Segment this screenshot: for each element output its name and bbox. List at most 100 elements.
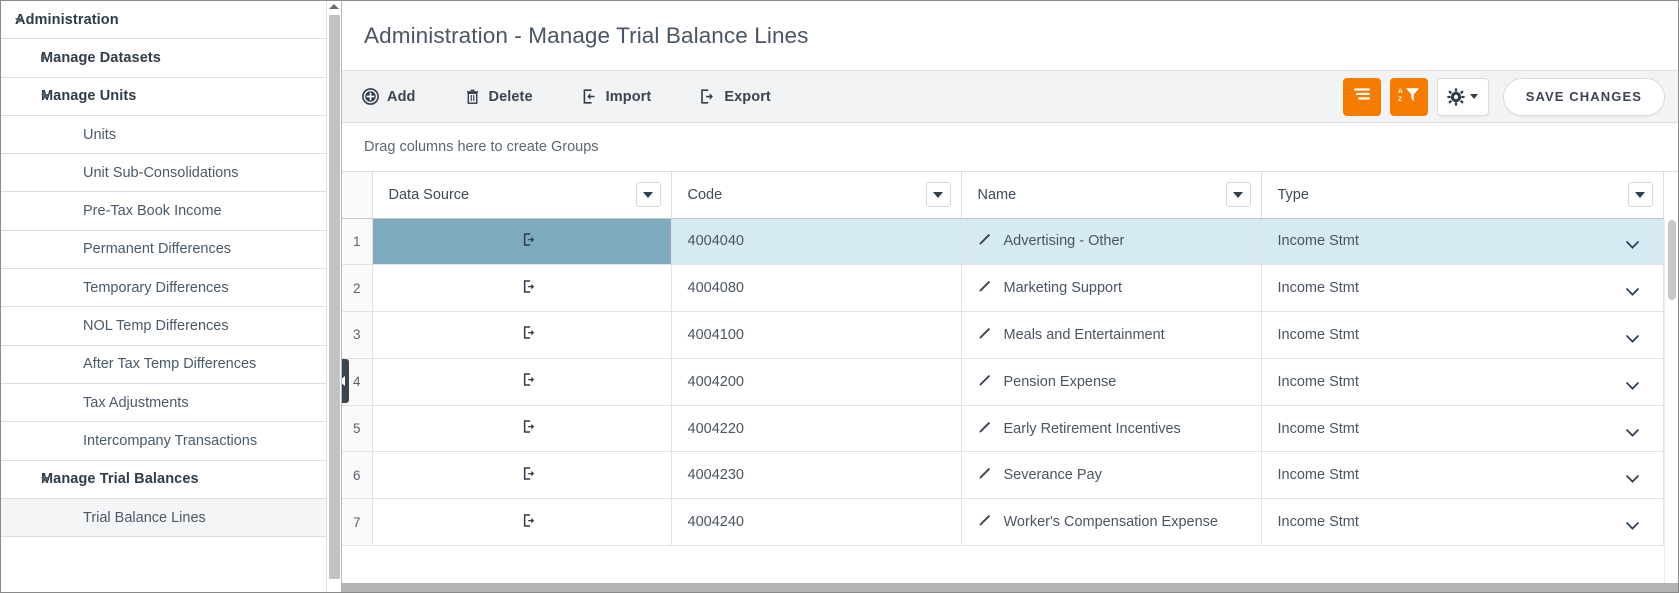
cell-name[interactable]: Worker's Compensation Expense xyxy=(961,498,1262,547)
column-header-code[interactable]: Code xyxy=(671,172,962,219)
table-row[interactable]: 1 4004040 Advertising - Other Income Stmt xyxy=(342,218,1664,266)
cell-data-source[interactable] xyxy=(372,451,672,500)
column-menu-button-type[interactable] xyxy=(1627,182,1653,208)
export-arrow-icon[interactable] xyxy=(522,420,537,438)
import-button[interactable]: Import xyxy=(579,84,662,109)
edit-pencil-icon[interactable] xyxy=(978,466,992,484)
cell-data-source[interactable] xyxy=(372,218,672,266)
edit-pencil-icon[interactable] xyxy=(978,373,992,391)
column-header-type[interactable]: Type xyxy=(1261,172,1664,219)
cell-name[interactable]: Marketing Support xyxy=(961,264,1262,313)
cell-type[interactable]: Income Stmt xyxy=(1261,311,1664,359)
cell-data-source[interactable] xyxy=(372,264,672,313)
cell-name[interactable]: Early Retirement Incentives xyxy=(961,405,1262,453)
table-row[interactable]: 3 4004100 Meals and Entertainment Income St… xyxy=(342,311,1664,359)
sidebar-item-manage-trial-balances[interactable]: Manage Trial Balances xyxy=(1,460,340,499)
sidebar-item-manage-units[interactable]: Manage Units xyxy=(1,77,340,116)
sidebar-item-manage-datasets[interactable]: Manage Datasets xyxy=(1,39,340,78)
export-arrow-icon[interactable] xyxy=(522,373,537,391)
export-arrow-icon[interactable] xyxy=(522,513,537,532)
sidebar-item-pre-tax-book-income[interactable]: Pre-Tax Book Income xyxy=(1,192,340,231)
chevron-down-icon[interactable] xyxy=(1625,378,1639,390)
sidebar-item-units[interactable]: Units xyxy=(1,115,340,155)
cell-code[interactable]: 4004040 xyxy=(671,218,962,266)
edit-pencil-icon[interactable] xyxy=(978,513,992,531)
sidebar-item-permanent-differences[interactable]: Permanent Differences xyxy=(1,230,340,270)
cell-code[interactable]: 4004230 xyxy=(671,451,962,500)
group-drop-zone[interactable]: Drag columns here to create Groups xyxy=(342,123,1678,172)
table-row[interactable]: 4 4004200 Pension Expense Income Stmt xyxy=(342,358,1664,406)
caret-right-icon[interactable] xyxy=(41,53,46,62)
delete-button[interactable]: Delete xyxy=(462,84,543,109)
cell-type[interactable]: Income Stmt xyxy=(1261,405,1664,453)
add-button[interactable]: Add xyxy=(360,84,426,109)
cell-code[interactable]: 4004220 xyxy=(671,405,962,453)
chevron-down-icon[interactable] xyxy=(1625,331,1639,343)
sidebar-item-temporary-differences[interactable]: Temporary Differences xyxy=(1,269,340,308)
cell-name[interactable]: Meals and Entertainment xyxy=(961,311,1262,359)
sidebar-item-trial-balance-lines[interactable]: Trial Balance Lines xyxy=(1,498,340,538)
cell-data-source[interactable] xyxy=(372,405,672,453)
edit-pencil-icon[interactable] xyxy=(978,279,992,297)
export-arrow-icon[interactable] xyxy=(522,279,537,298)
table-row[interactable]: 6 4004230 Severance Pay Income Stmt xyxy=(342,451,1664,500)
cell-name[interactable]: Severance Pay xyxy=(961,451,1262,500)
caret-down-icon[interactable] xyxy=(41,477,49,483)
sidebar-item-label: Permanent Differences xyxy=(83,241,232,258)
column-menu-button-name[interactable] xyxy=(1225,182,1251,208)
caret-down-icon[interactable] xyxy=(41,94,49,100)
cell-type[interactable]: Income Stmt xyxy=(1261,218,1664,266)
chevron-down-icon[interactable] xyxy=(1625,425,1639,437)
grid-vertical-scrollbar[interactable] xyxy=(1664,218,1678,584)
column-menu-button-code[interactable] xyxy=(925,182,951,208)
chevron-down-icon[interactable] xyxy=(1625,518,1639,530)
cell-data-source[interactable] xyxy=(372,311,672,359)
edit-pencil-icon[interactable] xyxy=(978,232,992,250)
cell-type[interactable]: Income Stmt xyxy=(1261,264,1664,313)
save-changes-button[interactable]: SAVE CHANGES xyxy=(1502,77,1665,116)
sort-filter-button[interactable]: A Z xyxy=(1389,77,1428,116)
cell-type[interactable]: Income Stmt xyxy=(1261,358,1664,406)
export-button[interactable]: Export xyxy=(697,84,781,109)
sidebar-collapse-handle[interactable] xyxy=(342,359,349,403)
chevron-down-icon[interactable] xyxy=(1625,284,1639,297)
sidebar-item-nol-temp-differences[interactable]: NOL Temp Differences xyxy=(1,307,340,346)
chevron-down-icon[interactable] xyxy=(1625,471,1639,484)
caret-down-icon[interactable] xyxy=(15,17,23,23)
scroll-up-arrow-icon[interactable] xyxy=(329,4,339,9)
column-header-data-source[interactable]: Data Source xyxy=(372,172,672,219)
table-row[interactable]: 7 4004240 Worker's Compensation Expense Inc… xyxy=(342,498,1664,547)
sidebar-vertical-scrollbar[interactable] xyxy=(326,1,341,592)
cell-data-source[interactable] xyxy=(372,498,672,547)
cell-code[interactable]: 4004200 xyxy=(671,358,962,406)
cell-code[interactable]: 4004240 xyxy=(671,498,962,547)
cell-code[interactable]: 4004100 xyxy=(671,311,962,359)
export-arrow-icon[interactable] xyxy=(522,326,537,344)
group-panel-button[interactable] xyxy=(1342,77,1381,116)
export-arrow-icon[interactable] xyxy=(522,233,537,251)
edit-pencil-icon[interactable] xyxy=(978,326,992,344)
cell-name[interactable]: Pension Expense xyxy=(961,358,1262,406)
table-row[interactable]: 5 4004220 Early Retirement Incentives Incom… xyxy=(342,405,1664,453)
sidebar-item-tax-adjustments[interactable]: Tax Adjustments xyxy=(1,383,340,423)
settings-button[interactable] xyxy=(1436,77,1489,116)
column-menu-button-data-source[interactable] xyxy=(635,182,661,208)
edit-pencil-icon[interactable] xyxy=(978,420,992,438)
sidebar-item-unit-sub-consolidations[interactable]: Unit Sub-Consolidations xyxy=(1,154,340,193)
horizontal-scrollbar[interactable] xyxy=(342,583,1678,592)
cell-type[interactable]: Income Stmt xyxy=(1261,451,1664,500)
application-window: Administration Manage Datasets Manage Unit… xyxy=(0,0,1679,593)
column-header-name[interactable]: Name xyxy=(961,172,1262,219)
sidebar-scrollbar-thumb[interactable] xyxy=(329,15,340,579)
cell-type[interactable]: Income Stmt xyxy=(1261,498,1664,547)
cell-name[interactable]: Advertising - Other xyxy=(961,218,1262,266)
export-arrow-icon[interactable] xyxy=(522,467,537,485)
sidebar-item-intercompany-transactions[interactable]: Intercompany Transactions xyxy=(1,422,340,461)
grid-scrollbar-thumb[interactable] xyxy=(1668,220,1676,300)
table-row[interactable]: 2 4004080 Marketing Support Income Stmt xyxy=(342,264,1664,313)
sidebar-item-after-tax-temp-differences[interactable]: After Tax Temp Differences xyxy=(1,345,340,384)
cell-data-source[interactable] xyxy=(372,358,672,406)
chevron-down-icon[interactable] xyxy=(1625,237,1639,250)
sidebar-item-administration[interactable]: Administration xyxy=(1,1,340,40)
cell-code[interactable]: 4004080 xyxy=(671,264,962,313)
